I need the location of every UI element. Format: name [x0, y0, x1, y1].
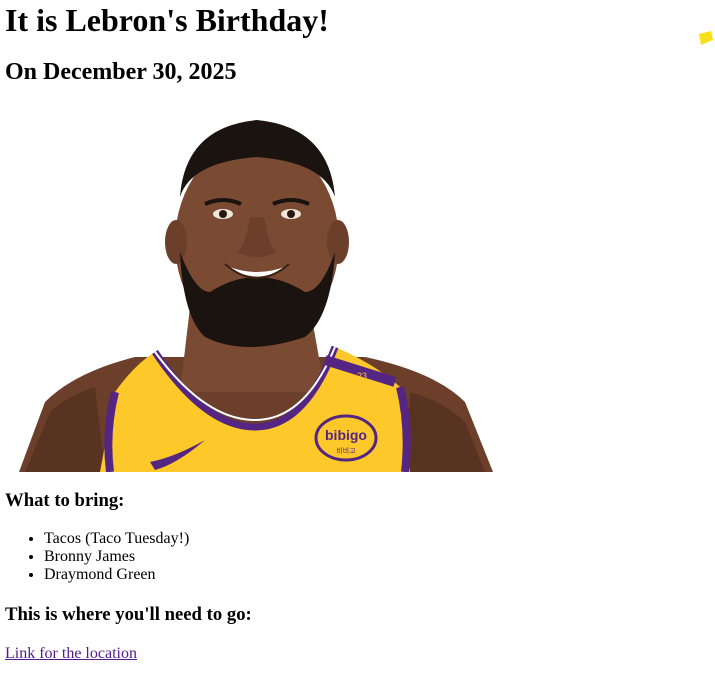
bibigo-patch-subtext: 비비고 [336, 446, 356, 455]
list-item: Bronny James [44, 548, 189, 566]
birthday-date: On December 30, 2025 [5, 59, 237, 85]
location-heading: This is where you'll need to go: [5, 604, 252, 625]
bring-list: Tacos (Taco Tuesday!) Bronny James Draym… [0, 530, 189, 584]
lebron-photo: 23 bibigo 비비고 [5, 102, 500, 472]
page: It is Lebron's Birthday! On December 30,… [0, 0, 715, 681]
page-title: It is Lebron's Birthday! [5, 2, 329, 38]
location-link[interactable]: Link for the location [5, 644, 137, 664]
what-to-bring-heading: What to bring: [5, 490, 125, 511]
strap-number: 23 [357, 371, 367, 381]
list-item: Draymond Green [44, 566, 189, 584]
list-item: Tacos (Taco Tuesday!) [44, 530, 189, 548]
sticky-note-icon [699, 31, 713, 45]
bibigo-patch-text: bibigo [325, 427, 367, 443]
